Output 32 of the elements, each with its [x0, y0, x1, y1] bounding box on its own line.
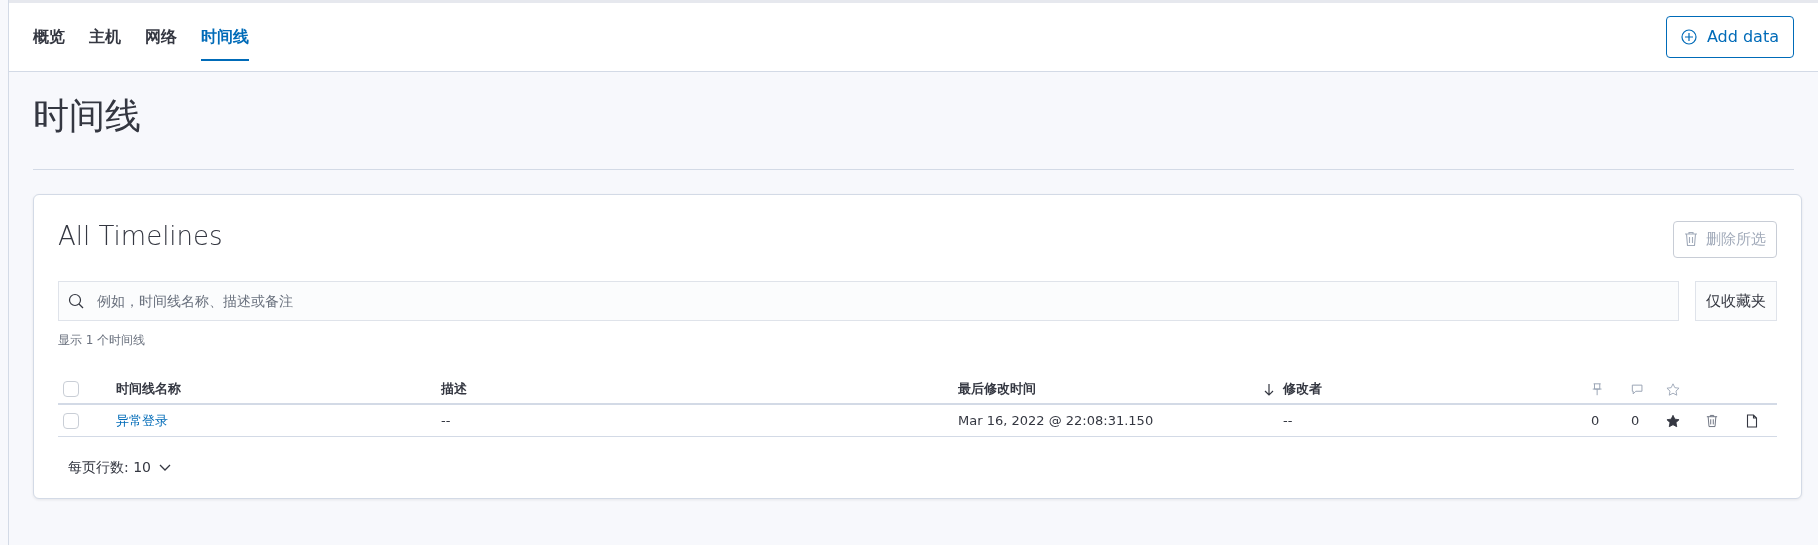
search-field[interactable]: 例如，时间线名称、描述或备注 — [58, 281, 1679, 321]
nav-tab[interactable]: 概览 — [33, 17, 65, 61]
table-cell-text: -- — [1283, 411, 1294, 430]
column-header[interactable]: 最后修改时间 — [958, 379, 1263, 399]
chevron-down-icon — [159, 463, 171, 472]
nav-tab[interactable]: 网络 — [145, 17, 177, 61]
plus-circle-icon — [1680, 29, 1697, 45]
star-outline-icon — [1666, 381, 1680, 397]
table-cell-text: -- — [441, 411, 452, 430]
favorites-only-button[interactable]: 仅收藏夹 — [1695, 281, 1777, 321]
add-data-button[interactable]: Add data — [1665, 16, 1794, 58]
page-title: 时间线 — [32, 94, 142, 138]
column-header[interactable]: 修改者 — [1283, 379, 1591, 399]
table-cell-text: 0 — [1591, 411, 1601, 430]
column-header[interactable]: 时间线名称 — [116, 379, 441, 399]
copy-icon — [1746, 414, 1758, 429]
rows-per-page-dropdown[interactable]: 每页行数: 10 — [68, 457, 171, 478]
nav-tab[interactable]: 主机 — [89, 17, 121, 61]
column-header[interactable]: 描述 — [441, 379, 958, 399]
table-cell-text: Mar 16, 2022 @ 22:08:31.150 — [958, 411, 1155, 430]
timeline-name-link[interactable]: 异常登录 — [116, 412, 168, 428]
table-cell-text: 0 — [1631, 411, 1641, 430]
trash-icon — [1684, 231, 1698, 248]
checkbox[interactable] — [63, 412, 79, 429]
comment-icon — [1631, 381, 1645, 397]
trash-icon — [1706, 414, 1718, 429]
timeline-count: 显示 1 个时间线 — [58, 332, 147, 349]
star-filled-icon[interactable] — [1666, 414, 1680, 429]
nav-tab[interactable]: 时间线 — [201, 17, 249, 61]
panel-title: All Timelines — [58, 221, 223, 253]
checkbox[interactable] — [63, 381, 79, 397]
pin-icon — [1591, 381, 1605, 397]
